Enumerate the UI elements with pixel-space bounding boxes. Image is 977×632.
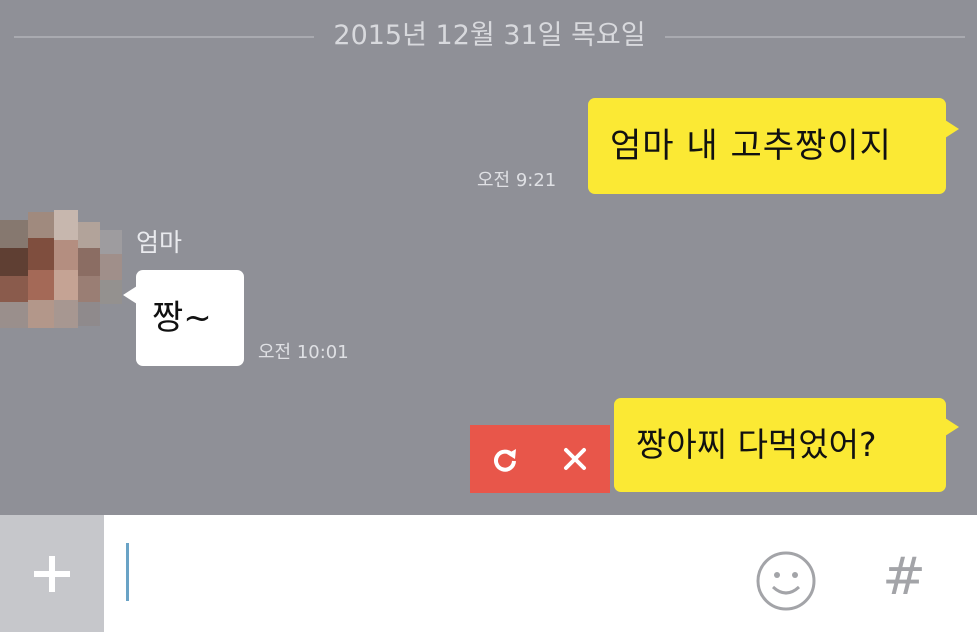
my-message-bubble[interactable]: 엄마 내 고추짱이지	[588, 98, 946, 194]
message-time: 오전 9:21	[477, 170, 557, 191]
message-time: 오전 10:01	[258, 342, 349, 363]
divider-line-right	[665, 36, 965, 38]
bubble-tail	[123, 286, 137, 304]
hashtag-button[interactable]: #	[872, 545, 936, 609]
divider-line-left	[14, 36, 314, 38]
avatar[interactable]	[0, 200, 122, 340]
send-failed-actions	[470, 425, 610, 493]
my-message-bubble[interactable]: 짱아찌 다먹었어?	[614, 398, 946, 492]
bubble-tail	[945, 418, 959, 436]
date-label: 2015년 12월 31일 목요일	[333, 20, 646, 51]
resend-button[interactable]	[477, 431, 533, 487]
refresh-icon	[494, 449, 516, 472]
message-input[interactable]	[104, 515, 734, 632]
smiley-icon	[756, 551, 816, 611]
emoji-button[interactable]	[754, 549, 818, 613]
plus-icon	[34, 555, 70, 592]
date-divider: 2015년 12월 31일 목요일	[0, 14, 977, 58]
bubble-tail	[945, 120, 959, 138]
message-text: 짱~	[152, 298, 212, 338]
their-message-bubble[interactable]: 짱~	[136, 270, 244, 366]
close-icon	[564, 448, 586, 470]
attach-button[interactable]	[0, 515, 104, 632]
message-text: 짱아찌 다먹었어?	[636, 425, 877, 464]
sender-name: 엄마	[136, 228, 183, 257]
chat-area: 2015년 12월 31일 목요일 엄마 내 고추짱이지 오전 9:21 엄마 …	[0, 0, 977, 515]
message-input-bar: #	[0, 515, 977, 632]
message-text: 엄마 내 고추짱이지	[610, 126, 892, 166]
text-cursor	[126, 543, 129, 601]
delete-button[interactable]	[547, 431, 603, 487]
